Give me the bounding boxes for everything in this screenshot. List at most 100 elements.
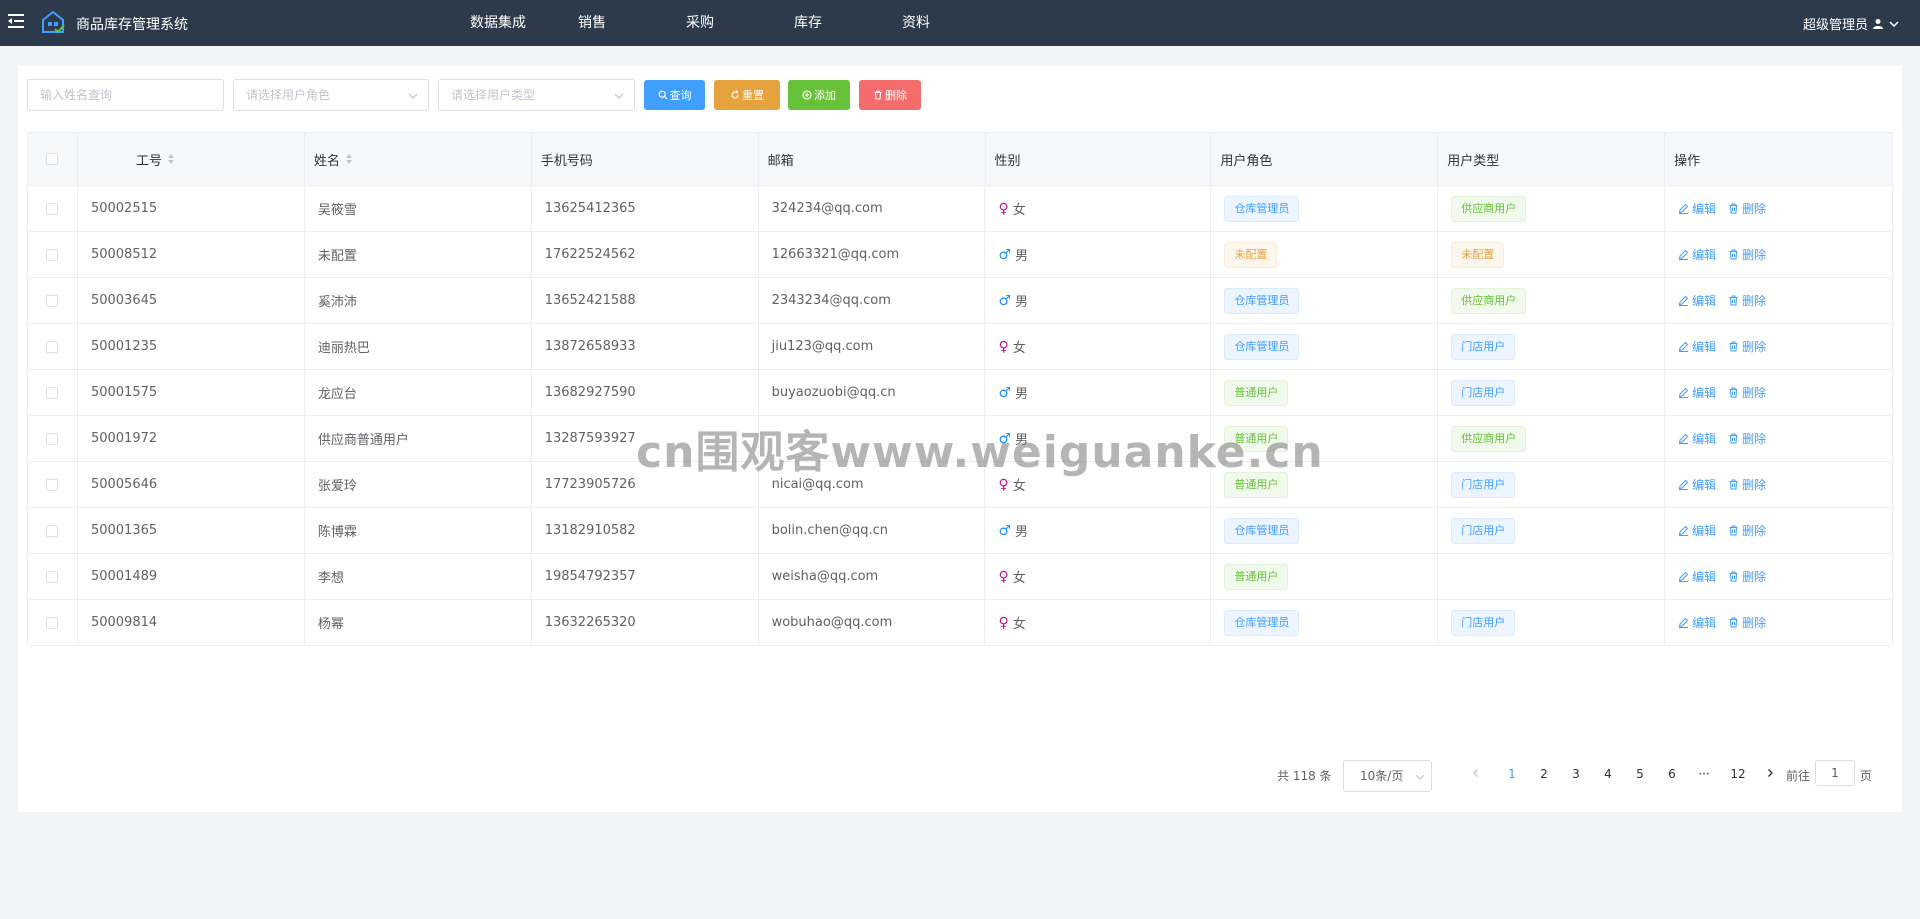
- role-select[interactable]: 请选择用户角色: [233, 79, 429, 111]
- row-checkbox[interactable]: [46, 570, 59, 583]
- type-tag: 供应商用户: [1451, 287, 1527, 314]
- employee-id: 50001235: [90, 339, 158, 354]
- edit-button[interactable]: 编辑: [1678, 246, 1716, 263]
- delete-button[interactable]: 删除: [1728, 430, 1766, 447]
- row-checkbox[interactable]: [46, 478, 59, 491]
- delete-label: 删除: [1742, 432, 1767, 446]
- table-row[interactable]: 50008512 未配置 17622524562 12663321@qq.com ♂ 男未…: [28, 232, 1893, 278]
- nav-item-data-integration[interactable]: 数据集成: [470, 0, 578, 46]
- page-ellipsis[interactable]: ···: [1694, 767, 1714, 781]
- reset-button[interactable]: 重置: [714, 80, 780, 110]
- gender-value: 女: [1012, 617, 1026, 632]
- row-checkbox[interactable]: [46, 432, 59, 445]
- edit-button[interactable]: 编辑: [1678, 200, 1716, 217]
- sort-icon[interactable]: [167, 154, 174, 164]
- row-checkbox[interactable]: [46, 202, 59, 215]
- batch-delete-button[interactable]: 删除: [859, 80, 921, 110]
- nav-item-sales[interactable]: 销售: [578, 0, 686, 46]
- user-menu[interactable]: 超级管理员: [1803, 14, 1900, 33]
- row-checkbox[interactable]: [46, 386, 59, 399]
- delete-button[interactable]: 删除: [1728, 200, 1766, 217]
- table-row[interactable]: 50002515 吴筱雪 13625412365 324234@qq.com ♀ 女仓库管…: [28, 186, 1893, 232]
- query-button[interactable]: 查询: [644, 80, 705, 110]
- page-6[interactable]: 6: [1662, 767, 1682, 781]
- goto-page-input[interactable]: 1: [1815, 760, 1855, 786]
- type-tag: 供应商用户: [1451, 195, 1527, 222]
- refresh-icon: [731, 90, 739, 99]
- header-name[interactable]: 姓名: [305, 133, 532, 185]
- type-select[interactable]: 请选择用户类型: [438, 79, 635, 111]
- plus-circle-icon: [802, 90, 812, 100]
- page-size-select[interactable]: 10条/页: [1343, 760, 1432, 792]
- table-row[interactable]: 50005646 张爱玲 17723905726 nicai@qq.com ♀ 女普通用户…: [28, 462, 1893, 508]
- row-checkbox[interactable]: [46, 524, 59, 537]
- edit-button[interactable]: 编辑: [1678, 384, 1716, 401]
- type-tag: 门店用户: [1451, 333, 1516, 360]
- gender-cell: ♀ 女: [985, 554, 1212, 599]
- table-row[interactable]: 50001972 供应商普通用户 13287593927 ♂ 男普通用户 供应商用户 编辑删…: [28, 416, 1893, 462]
- table-row[interactable]: 50001365 陈博霖 13182910582 bolin.chen@qq.cn ♂ 男…: [28, 508, 1893, 554]
- edit-button[interactable]: 编辑: [1678, 476, 1716, 493]
- employee-id: 50001972: [90, 431, 158, 446]
- nav-item-materials[interactable]: 资料: [902, 0, 1010, 46]
- page-2[interactable]: 2: [1534, 767, 1554, 781]
- email-value: buyaozuobi@qq.cn: [771, 385, 896, 400]
- row-checkbox[interactable]: [46, 616, 59, 629]
- select-cell: [28, 554, 78, 599]
- delete-button[interactable]: 删除: [1728, 292, 1766, 309]
- table-row[interactable]: 50009814 杨幂 13632265320 wobuhao@qq.com ♀ 女仓库管…: [28, 600, 1893, 646]
- edit-button[interactable]: 编辑: [1678, 614, 1716, 631]
- chevron-down-icon: [1889, 20, 1899, 27]
- prev-page-icon[interactable]: [1466, 767, 1486, 781]
- top-bar: 商品库存管理系统 数据集成 销售 采购 库存 资料 超级管理员: [0, 0, 1920, 46]
- page-5[interactable]: 5: [1630, 767, 1650, 781]
- select-cell: [28, 416, 78, 461]
- delete-button[interactable]: 删除: [1728, 568, 1766, 585]
- gender-value: 男: [1015, 387, 1029, 402]
- delete-button[interactable]: 删除: [1728, 338, 1766, 355]
- header-id[interactable]: 工号: [78, 133, 305, 185]
- trash-icon: [1729, 433, 1738, 444]
- page-12[interactable]: 12: [1726, 767, 1750, 781]
- delete-button[interactable]: 删除: [1728, 522, 1766, 539]
- edit-button[interactable]: 编辑: [1678, 522, 1716, 539]
- edit-button[interactable]: 编辑: [1678, 568, 1716, 585]
- page-1[interactable]: 1: [1502, 767, 1522, 781]
- delete-button[interactable]: 删除: [1728, 384, 1766, 401]
- male-icon: ♂: [998, 430, 1012, 447]
- delete-button[interactable]: 删除: [1728, 476, 1766, 493]
- delete-button[interactable]: 删除: [1728, 246, 1766, 263]
- user-name-value: 未配置: [317, 249, 357, 264]
- nav-item-inventory[interactable]: 库存: [794, 0, 902, 46]
- delete-button[interactable]: 删除: [1728, 614, 1766, 631]
- page-3[interactable]: 3: [1566, 767, 1586, 781]
- goto-label: 前往: [1786, 769, 1811, 783]
- page-4[interactable]: 4: [1598, 767, 1618, 781]
- name-cell: 迪丽热巴: [305, 324, 532, 369]
- menu-toggle-icon[interactable]: [6, 11, 26, 31]
- row-checkbox[interactable]: [46, 248, 59, 261]
- next-page-icon[interactable]: [1760, 767, 1780, 781]
- male-icon: ♂: [998, 246, 1012, 263]
- trash-icon: [1729, 387, 1738, 398]
- edit-button[interactable]: 编辑: [1678, 430, 1716, 447]
- select-all-checkbox[interactable]: [46, 153, 59, 165]
- row-checkbox[interactable]: [46, 340, 59, 353]
- table-row[interactable]: 50001575 龙应台 13682927590 buyaozuobi@qq.cn ♂ 男…: [28, 370, 1893, 416]
- table-row[interactable]: 50001489 李想 19854792357 weisha@qq.com ♀ 女普通用户…: [28, 554, 1893, 600]
- row-checkbox[interactable]: [46, 294, 59, 307]
- edit-button[interactable]: 编辑: [1678, 338, 1716, 355]
- gender-cell: ♀ 女: [985, 186, 1212, 231]
- edit-button[interactable]: 编辑: [1678, 292, 1716, 309]
- add-button[interactable]: 添加: [788, 80, 850, 110]
- sort-icon[interactable]: [345, 154, 352, 164]
- table-row[interactable]: 50003645 奚沛沛 13652421588 2343234@qq.com ♂ 男仓库…: [28, 278, 1893, 324]
- table-row[interactable]: 50001235 迪丽热巴 13872658933 jiu123@qq.com ♀ 女仓库…: [28, 324, 1893, 370]
- user-name-value: 张爱玲: [317, 479, 357, 494]
- main-panel: 输入姓名查询 请选择用户角色 请选择用户类型 查询 重置 添加 删除 工号 姓名…: [18, 66, 1902, 812]
- name-search-input[interactable]: 输入姓名查询: [27, 79, 224, 111]
- delete-label: 删除: [1742, 340, 1767, 354]
- header-select-cell: [28, 133, 78, 185]
- id-cell: 50001489: [78, 554, 305, 599]
- nav-item-purchase[interactable]: 采购: [686, 0, 794, 46]
